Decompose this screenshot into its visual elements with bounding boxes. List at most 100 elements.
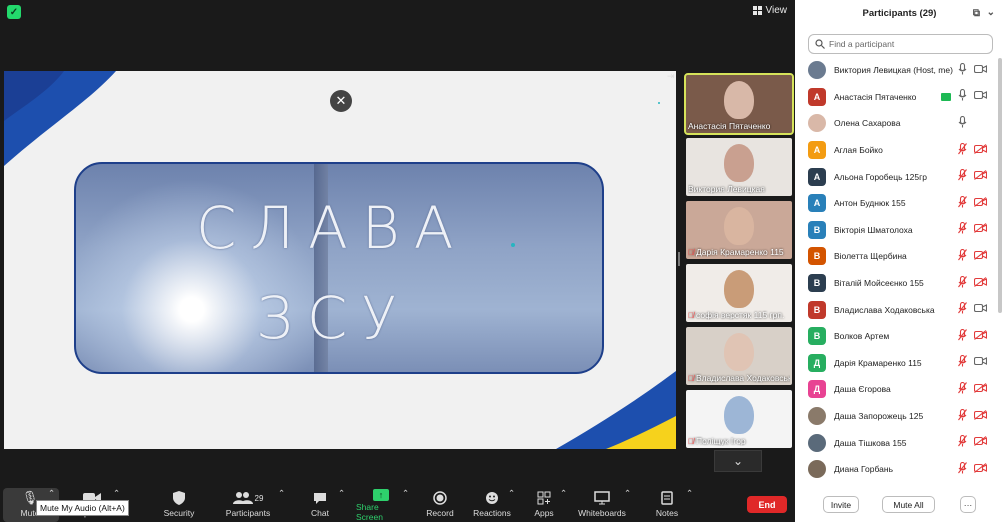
mic-muted-icon (958, 461, 967, 477)
gallery-scroll-down-button[interactable]: ⌄ (714, 450, 762, 472)
participant-status (958, 461, 988, 477)
mic-muted-icon (958, 248, 967, 264)
participant-name: Волков Артем (834, 331, 890, 342)
participant-row[interactable]: А Анастасія Пятаченко (795, 84, 1004, 111)
participant-row[interactable]: Даша Тішкова 155 (795, 429, 1004, 456)
participants-button[interactable]: 29 Participants (224, 488, 272, 522)
chat-options-caret[interactable]: ⌃ (338, 488, 345, 522)
participant-row[interactable]: Д Дарія Крамаренко 115 (795, 350, 1004, 377)
participant-row[interactable]: Диана Горбань (795, 456, 1004, 483)
video-off-icon (973, 223, 988, 236)
apps-button[interactable]: Apps (530, 488, 558, 522)
participant-status (958, 328, 988, 344)
reactions-button[interactable]: Reactions (472, 488, 512, 522)
video-thumbnail[interactable]: 🎙̸ Поліщук Ігор (686, 390, 792, 448)
search-icon (815, 39, 825, 49)
participant-row[interactable]: В Віталій Мойсеєнко 155 (795, 270, 1004, 297)
expand-icon[interactable]: ⇥ (667, 71, 675, 82)
participant-status (958, 435, 988, 450)
participant-name: Виктория Левицкая (Host, me) (834, 65, 953, 76)
participant-row[interactable]: Д Даша Єгорова (795, 376, 1004, 403)
participant-video-face (724, 333, 754, 371)
video-camera-icon (973, 90, 988, 103)
minimize-icon[interactable]: ⌄ (987, 7, 995, 18)
end-meeting-button[interactable]: End (747, 496, 787, 513)
participant-avatar (808, 114, 826, 133)
video-thumbnail[interactable]: 🎙̸ софія верстяк 115 грп. (686, 264, 792, 322)
participant-row[interactable]: В Владислава Ходаковська (795, 296, 1004, 323)
participant-name: Віталій Мойсеєнко 155 (834, 278, 924, 289)
participant-list-scrollbar[interactable] (998, 58, 1002, 313)
participant-row[interactable]: А Альона Горобець 125гр (795, 163, 1004, 190)
microphone-icon (958, 115, 967, 131)
reactions-options-caret[interactable]: ⌃ (508, 488, 515, 522)
notes-options-caret[interactable]: ⌃ (686, 488, 693, 522)
participant-name: Владислава Ходаковська (834, 304, 935, 315)
chat-button[interactable]: Chat (306, 488, 334, 522)
participant-avatar (808, 407, 826, 426)
participant-row[interactable]: В Вікторія Шматолоха (795, 217, 1004, 244)
participants-icon: 29 (232, 488, 263, 508)
record-button[interactable]: Record (424, 488, 456, 522)
notes-button[interactable]: Notes (652, 488, 682, 522)
mic-muted-icon (958, 222, 967, 237)
participant-name: Віолетта Щербина (834, 251, 907, 262)
participant-status (958, 62, 988, 78)
security-shield-icon (173, 488, 185, 508)
video-thumbnail[interactable]: 🎙̸ Дарія Крамаренко 115 (686, 201, 792, 259)
notes-icon (661, 488, 673, 508)
encryption-shield-icon[interactable]: ✓ (7, 5, 21, 19)
slide-decoration-bottom-right (556, 371, 676, 449)
mic-muted-icon (958, 302, 967, 317)
apps-options-caret[interactable]: ⌃ (560, 488, 567, 522)
participant-name: Альона Горобець 125гр (834, 171, 927, 182)
shared-screen[interactable]: ✕ СЛАВА ЗСУ (4, 71, 676, 449)
video-thumbnail[interactable]: Анастасія Пятаченко (684, 73, 794, 135)
participant-row[interactable]: В Віолетта Щербина (795, 243, 1004, 270)
splitter-handle[interactable] (678, 252, 680, 266)
more-options-button[interactable]: ··· (960, 496, 976, 513)
chevron-down-icon: ⌄ (732, 454, 744, 468)
close-icon[interactable]: ✕ (330, 90, 352, 112)
participant-video-face (724, 81, 754, 119)
participant-list: Виктория Левицкая (Host, me) А Анастасія П… (795, 57, 1004, 483)
microphone-icon (958, 89, 967, 104)
smiley-icon (485, 488, 499, 508)
panel-title: Participants (29) (862, 8, 937, 19)
participant-row[interactable]: Даша Запорожець 125 (795, 403, 1004, 430)
participant-name: Антон Буднюк 155 (834, 198, 906, 209)
participants-options-caret[interactable]: ⌃ (278, 488, 285, 522)
participant-avatar: В (808, 274, 826, 293)
participant-avatar: В (808, 327, 826, 346)
participant-avatar: В (808, 300, 826, 319)
video-thumbnail-name: софія верстяк 115 грп. (696, 310, 785, 320)
mic-muted-icon (958, 408, 967, 424)
participant-row[interactable]: А Антон Буднюк 155 (795, 190, 1004, 217)
video-off-icon (973, 329, 988, 343)
mute-all-button[interactable]: Mute All (882, 496, 935, 513)
participant-row[interactable]: В Волков Артем (795, 323, 1004, 350)
participant-status (958, 142, 988, 158)
security-button[interactable]: Security (160, 488, 198, 522)
participant-row[interactable]: Виктория Левицкая (Host, me) (795, 57, 1004, 84)
share-screen-button[interactable]: ↑ Share Screen (356, 488, 406, 522)
share-options-caret[interactable]: ⌃ (402, 488, 409, 522)
popout-icon[interactable]: ⧉ (973, 8, 980, 19)
participant-status (958, 195, 988, 211)
participant-search-input[interactable]: Find a participant (808, 34, 993, 54)
video-thumbnail-name: Владислава Ходаковська (696, 373, 790, 383)
mic-muted-icon: 🎙̸ (688, 310, 694, 320)
participant-name: Вікторія Шматолоха (834, 224, 913, 235)
invite-button[interactable]: Invite (823, 496, 859, 513)
video-thumbnail[interactable]: 🎙̸ Владислава Ходаковська (686, 327, 792, 385)
view-button[interactable]: View (752, 5, 787, 16)
whiteboards-options-caret[interactable]: ⌃ (624, 488, 631, 522)
mic-muted-icon (958, 195, 967, 211)
whiteboards-button[interactable]: Whiteboards (578, 488, 626, 522)
slide-title-line2: ЗСУ (256, 284, 411, 352)
participant-row[interactable]: А Аглая Бойко (795, 137, 1004, 164)
video-thumbnail[interactable]: Виктория Левицкая (686, 138, 792, 196)
screen-share-indicator-icon (941, 92, 951, 101)
participant-row[interactable]: Олена Сахарова (795, 110, 1004, 137)
teal-dot (658, 102, 660, 104)
